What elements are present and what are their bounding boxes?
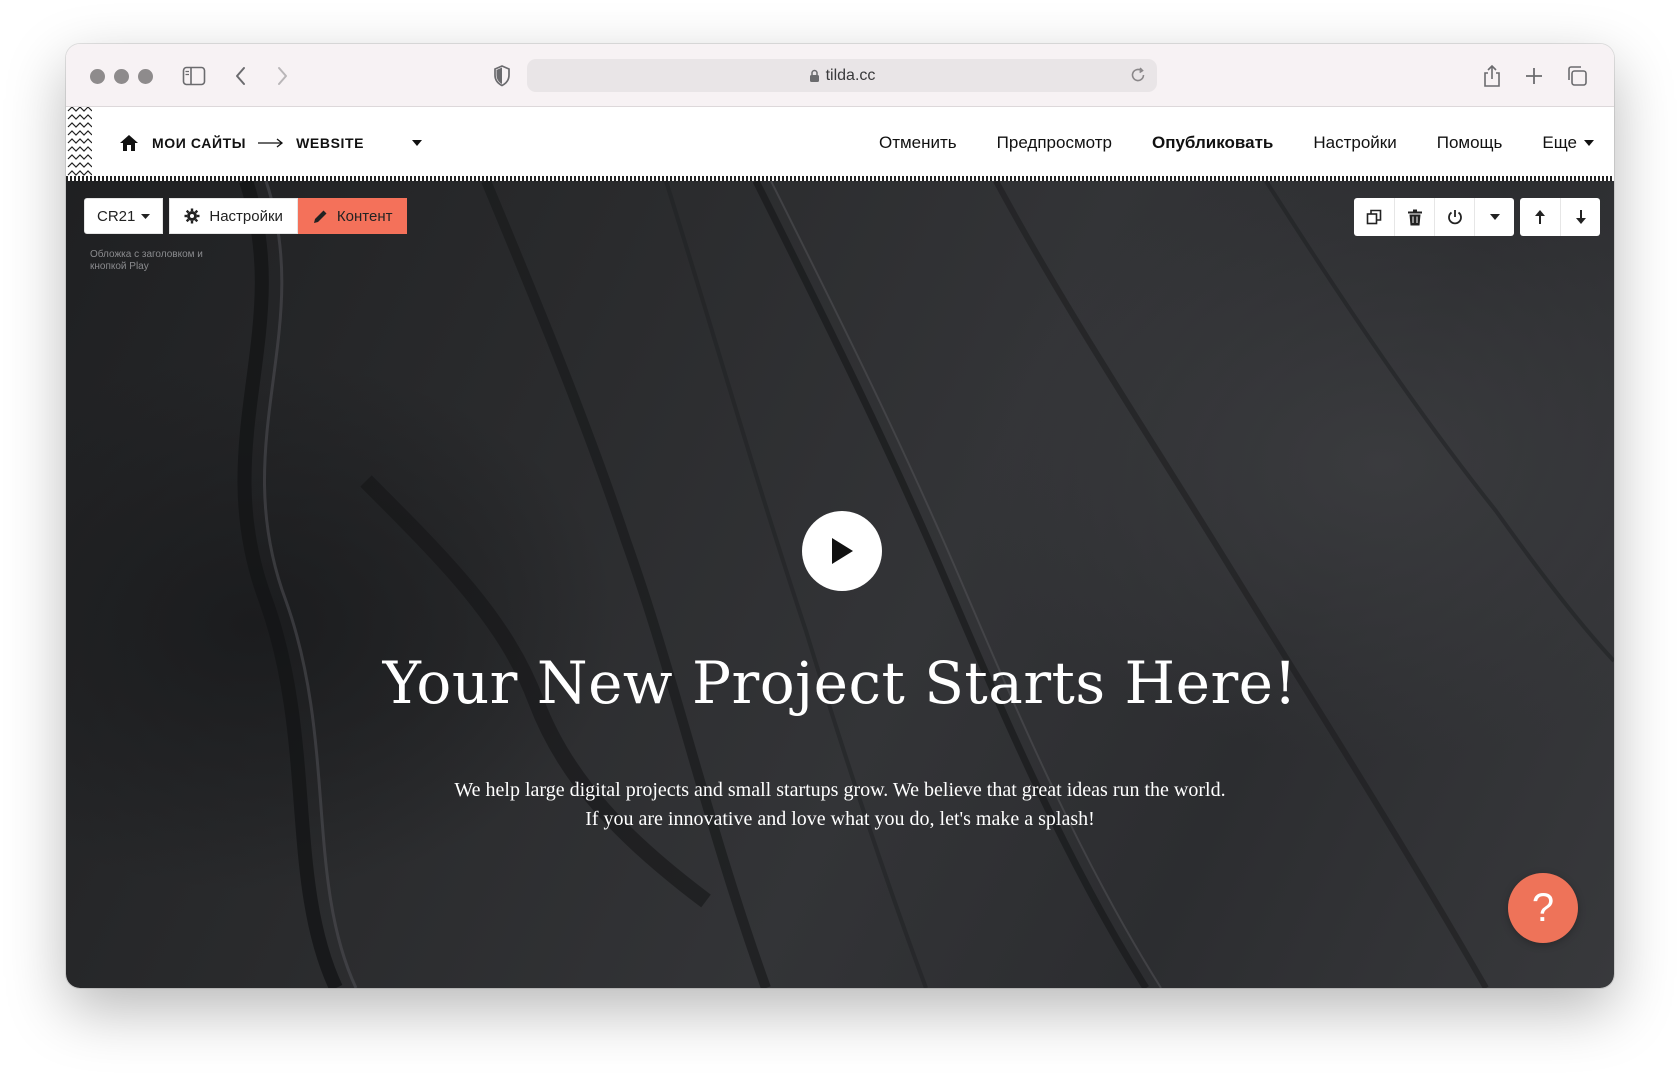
chevron-down-icon[interactable] (1474, 198, 1514, 236)
block-toolbar-right (1348, 198, 1600, 236)
reload-icon[interactable] (1129, 66, 1147, 84)
breadcrumb-project[interactable]: WEBSITE (296, 135, 364, 151)
home-icon[interactable] (119, 134, 139, 152)
plus-icon[interactable] (1519, 61, 1549, 91)
share-icon[interactable] (1477, 61, 1507, 91)
more-label: Еще (1542, 133, 1577, 152)
window-controls (90, 69, 153, 84)
address-bar[interactable]: tilda.cc (527, 59, 1157, 92)
pencil-icon (313, 209, 328, 224)
block-toolbar-left: CR21 Настройки Контент (84, 198, 408, 234)
play-button[interactable] (802, 511, 882, 591)
block-settings-label: Настройки (209, 207, 283, 225)
publish-link[interactable]: Опубликовать (1152, 133, 1273, 153)
block-code-dropdown[interactable]: CR21 (84, 198, 164, 234)
help-link[interactable]: Помощь (1437, 133, 1503, 153)
settings-link[interactable]: Настройки (1313, 133, 1396, 153)
tilda-logo-pattern (67, 107, 92, 176)
block-code-label: CR21 (97, 207, 136, 225)
undo-link[interactable]: Отменить (879, 133, 957, 153)
gear-icon (184, 208, 200, 224)
hero-title: Your New Project Starts Here! (382, 649, 1298, 717)
arrow-right-icon (258, 138, 284, 148)
block-description: Обложка с заголовком и кнопкой Play (90, 249, 203, 272)
trash-icon[interactable] (1394, 198, 1434, 236)
block-content-button[interactable]: Контент (297, 198, 408, 234)
editor-nav: Отменить Предпросмотр Опубликовать Настр… (839, 133, 1594, 153)
chevron-down-icon (1584, 140, 1594, 146)
block-actions-group (1354, 198, 1514, 236)
block-content-label: Контент (336, 207, 393, 225)
block-settings-button[interactable]: Настройки (169, 198, 298, 234)
url-text: tilda.cc (825, 66, 876, 84)
duplicate-icon[interactable] (1354, 198, 1394, 236)
forward-icon[interactable] (267, 61, 297, 91)
editor-header: МОИ САЙТЫ WEBSITE Отменить Предпросмотр … (66, 107, 1614, 181)
help-button[interactable]: ? (1508, 873, 1578, 943)
lock-icon (809, 69, 820, 83)
play-icon (832, 538, 853, 564)
hero-text-line-2: If you are innovative and love what you … (585, 808, 1095, 830)
chevron-down-icon[interactable] (412, 140, 423, 146)
preview-link[interactable]: Предпросмотр (997, 133, 1112, 153)
more-menu[interactable]: Еще (1542, 133, 1594, 153)
block-move-group (1520, 198, 1600, 236)
breadcrumb: МОИ САЙТЫ WEBSITE (119, 134, 423, 152)
sidebar-icon[interactable] (179, 61, 209, 91)
browser-toolbar: tilda.cc (66, 44, 1614, 107)
back-icon[interactable] (226, 61, 256, 91)
power-icon[interactable] (1434, 198, 1474, 236)
arrow-up-icon[interactable] (1520, 198, 1560, 236)
browser-window: tilda.cc МОИ САЙТЫ WEBSITE Отменить Пред… (66, 44, 1614, 988)
zoom-window-button[interactable] (138, 69, 153, 84)
close-window-button[interactable] (90, 69, 105, 84)
cover-block: CR21 Настройки Контент Обложка с заголов… (66, 181, 1614, 988)
minimize-window-button[interactable] (114, 69, 129, 84)
arrow-down-icon[interactable] (1560, 198, 1600, 236)
chevron-down-icon (141, 213, 151, 219)
shield-icon[interactable] (487, 61, 517, 91)
breadcrumb-my-sites[interactable]: МОИ САЙТЫ (152, 135, 246, 151)
hero-description: We help large digital projects and small… (66, 776, 1614, 834)
tabs-icon[interactable] (1562, 61, 1592, 91)
hero-text-line-1: We help large digital projects and small… (454, 779, 1226, 801)
